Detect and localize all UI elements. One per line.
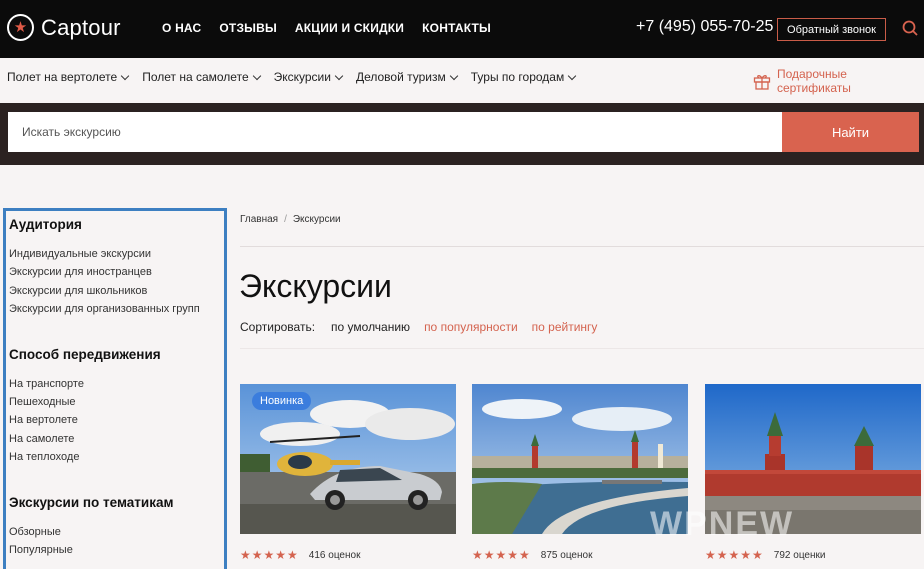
search-button[interactable]: Найти [782, 112, 919, 152]
card-rating: ★★★★★ 792 оценки [705, 548, 825, 562]
menu-helicopter[interactable]: Полет на вертолете [7, 70, 130, 84]
sort-label: Сортировать: [240, 320, 316, 334]
chevron-down-icon [449, 71, 459, 80]
filter-group-title: Экскурсии по тематикам [9, 494, 174, 510]
search-icon[interactable] [902, 20, 918, 36]
nav-about[interactable]: О НАС [162, 21, 201, 35]
main-menu: Полет на вертолете Полет на самолете Экс… [7, 70, 577, 84]
breadcrumb-current: Экскурсии [292, 214, 341, 225]
sort-default[interactable]: по умолчанию [331, 320, 410, 334]
menu-excursions[interactable]: Экскурсии [273, 70, 344, 84]
review-count: 416 оценок [308, 549, 361, 561]
menu-label: Полет на вертолете [7, 70, 118, 84]
search-input[interactable] [8, 112, 782, 152]
filter-group-audience: Аудитория Индивидуальные экскурсии Экску… [9, 217, 224, 319]
breadcrumb-separator: / [284, 214, 287, 225]
gift-label: Подарочные сертификаты [776, 67, 851, 95]
card-rating: ★★★★★ 416 оценок [240, 548, 360, 562]
filter-list: Индивидуальные экскурсии Экскурсии для и… [9, 245, 224, 319]
chevron-down-icon [120, 71, 130, 80]
gift-certificates-link[interactable]: Подарочные сертификаты [753, 67, 924, 95]
nav-promotions[interactable]: АКЦИИ И СКИДКИ [295, 21, 404, 35]
callback-button[interactable]: Обратный звонок [777, 18, 886, 41]
menu-label: Полет на самолете [142, 70, 249, 84]
star-rating-icon: ★★★★★ [472, 548, 531, 562]
filter-item[interactable]: На транспорте [9, 375, 224, 393]
filter-item[interactable]: Популярные [9, 541, 224, 559]
breadcrumb-home[interactable]: Главная [240, 214, 278, 225]
filter-item[interactable]: На теплоходе [9, 448, 224, 466]
phone-number[interactable]: +7 (495) 055-70-25 [636, 18, 773, 36]
filter-item[interactable]: Экскурсии для иностранцев [9, 263, 224, 281]
filter-group-themes: Экскурсии по тематикам Обзорные Популярн… [9, 495, 224, 560]
top-bar: ★ Captour О НАС ОТЗЫВЫ АКЦИИ И СКИДКИ КО… [0, 0, 924, 58]
nav-contacts[interactable]: КОНТАКТЫ [422, 21, 491, 35]
divider [240, 348, 924, 349]
chevron-down-icon [252, 71, 261, 80]
filter-item[interactable]: Пешеходные [9, 393, 224, 411]
filter-item[interactable]: Обзорные [9, 523, 224, 541]
filter-group-title: Способ передвижения [9, 346, 161, 362]
watermark: WPNEW [650, 505, 795, 543]
chevron-down-icon [334, 71, 344, 80]
filter-list: На транспорте Пешеходные На вертолете На… [9, 375, 224, 467]
top-nav: О НАС ОТЗЫВЫ АКЦИИ И СКИДКИ КОНТАКТЫ [162, 21, 491, 35]
search-band: Найти [0, 103, 924, 165]
filter-item[interactable]: На вертолете [9, 411, 224, 429]
menu-plane[interactable]: Полет на самолете [142, 70, 261, 84]
card-rating: ★★★★★ 875 оценок [472, 548, 592, 562]
sort-rating[interactable]: по рейтингу [532, 320, 598, 334]
new-badge: Новинка [252, 392, 312, 410]
sort-popularity[interactable]: по популярности [424, 320, 518, 334]
review-count: 875 оценок [540, 549, 593, 561]
menu-business[interactable]: Деловой туризм [355, 70, 459, 84]
nav-reviews[interactable]: ОТЗЫВЫ [219, 21, 277, 35]
chevron-down-icon [567, 71, 577, 80]
menu-label: Экскурсии [273, 70, 331, 84]
review-count: 792 оценки [773, 549, 826, 561]
star-rating-icon: ★★★★★ [240, 548, 299, 562]
star-rating-icon: ★★★★★ [705, 548, 764, 562]
sort-bar: Сортировать: по умолчанию по популярност… [240, 320, 597, 334]
filter-item[interactable]: Индивидуальные экскурсии [9, 245, 224, 263]
main-menu-bar: Полет на вертолете Полет на самолете Экс… [0, 58, 924, 100]
filter-item[interactable]: Экскурсии для школьников [9, 282, 224, 300]
divider [240, 246, 924, 247]
menu-label: Деловой туризм [355, 70, 446, 84]
filter-item[interactable]: Экскурсии для организованных групп [9, 300, 224, 318]
logo-star-icon: ★ [7, 14, 34, 41]
page-title: Экскурсии [239, 268, 392, 304]
excursion-card-image[interactable]: Новинка [240, 384, 456, 534]
breadcrumb: Главная / Экскурсии [240, 214, 341, 225]
filter-item[interactable]: На самолете [9, 430, 224, 448]
logo[interactable]: ★ Captour [7, 14, 121, 41]
filter-sidebar: Аудитория Индивидуальные экскурсии Экску… [3, 208, 227, 569]
filter-group-transport: Способ передвижения На транспорте Пешехо… [9, 347, 224, 467]
logo-text: Captour [41, 14, 121, 40]
menu-city-tours[interactable]: Туры по городам [470, 70, 577, 84]
gift-icon [753, 74, 771, 90]
filter-list: Обзорные Популярные [9, 523, 224, 560]
filter-group-title: Аудитория [9, 217, 82, 232]
menu-label: Туры по городам [470, 70, 565, 84]
